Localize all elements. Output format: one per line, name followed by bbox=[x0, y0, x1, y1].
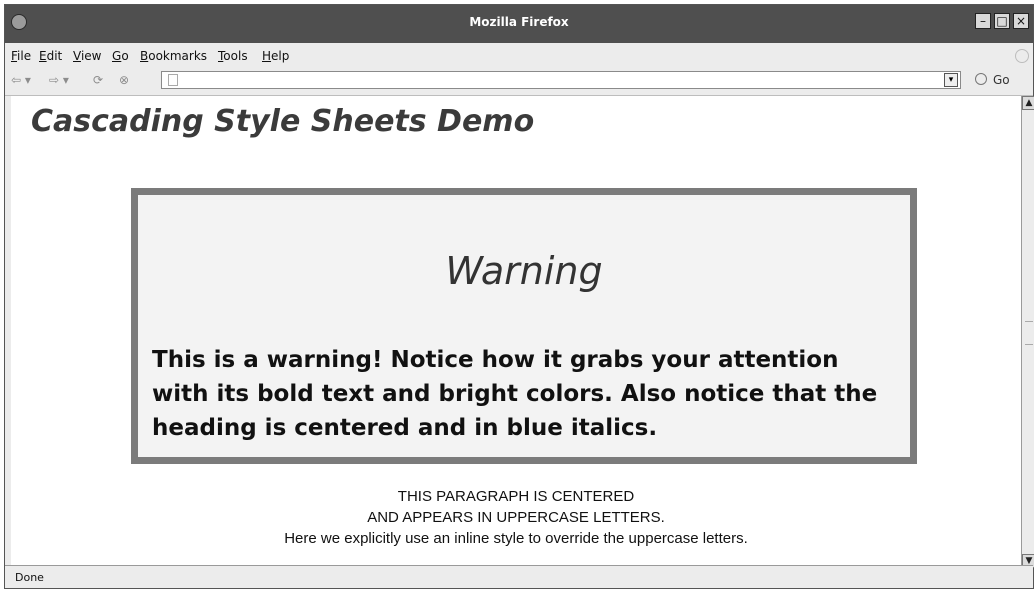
menu-edit[interactable]: Edit bbox=[39, 49, 62, 63]
menu-go[interactable]: Go bbox=[112, 49, 129, 63]
stop-icon[interactable]: ⊗ bbox=[119, 73, 129, 87]
menu-bookmarks[interactable]: Bookmarks bbox=[140, 49, 207, 63]
menu-view[interactable]: View bbox=[73, 49, 101, 63]
reload-icon[interactable]: ⟳ bbox=[93, 73, 103, 87]
url-dropdown-button[interactable]: ▾ bbox=[944, 73, 958, 87]
page-title: Cascading Style Sheets Demo bbox=[31, 104, 535, 139]
activity-throbber-icon bbox=[1015, 49, 1029, 63]
warning-box: Warning This is a warning! Notice how it… bbox=[131, 188, 917, 464]
warning-heading: Warning bbox=[445, 249, 603, 293]
paragraph-line-1: This paragraph is centered bbox=[397, 488, 635, 505]
paragraph-line-3: Here we explicitly use an inline style t… bbox=[284, 530, 748, 547]
page-icon bbox=[168, 74, 178, 86]
forward-arrow-icon[interactable]: ⇨ ▾ bbox=[49, 73, 69, 87]
title-bar: Mozilla Firefox – □ × bbox=[5, 5, 1033, 43]
menu-tools[interactable]: Tools bbox=[218, 49, 248, 63]
navigation-toolbar: ⇦ ▾ ⇨ ▾ ⟳ ⊗ ▾ Go bbox=[5, 67, 1033, 96]
page-content: Cascading Style Sheets Demo Warning This… bbox=[11, 96, 1021, 568]
centered-paragraph: This paragraph is centered and appears i… bbox=[11, 486, 1021, 549]
go-button[interactable]: Go bbox=[993, 73, 1010, 87]
window-title: Mozilla Firefox bbox=[469, 15, 569, 29]
close-button[interactable]: × bbox=[1013, 13, 1029, 29]
back-arrow-icon[interactable]: ⇦ ▾ bbox=[11, 73, 31, 87]
minimize-button[interactable]: – bbox=[975, 13, 991, 29]
vertical-scrollbar[interactable]: ▲ ▼ bbox=[1021, 96, 1034, 568]
menu-bar: File Edit View Go Bookmarks Tools Help bbox=[5, 43, 1033, 67]
status-text: Done bbox=[15, 571, 44, 584]
status-bar: Done bbox=[5, 565, 1033, 588]
warning-text: This is a warning! Notice how it grabs y… bbox=[152, 347, 878, 441]
scroll-up-arrow-icon[interactable]: ▲ bbox=[1022, 96, 1034, 110]
go-icon[interactable] bbox=[975, 73, 987, 85]
scroll-grip[interactable] bbox=[1025, 321, 1033, 345]
menu-file[interactable]: File bbox=[11, 49, 31, 63]
browser-window: Mozilla Firefox – □ × File Edit View Go … bbox=[4, 4, 1034, 589]
maximize-button[interactable]: □ bbox=[994, 13, 1010, 29]
window-controls: – □ × bbox=[975, 13, 1029, 29]
paragraph-line-2: and appears in uppercase letters. bbox=[367, 509, 665, 526]
menu-help[interactable]: Help bbox=[262, 49, 289, 63]
address-bar[interactable]: ▾ bbox=[161, 71, 961, 89]
